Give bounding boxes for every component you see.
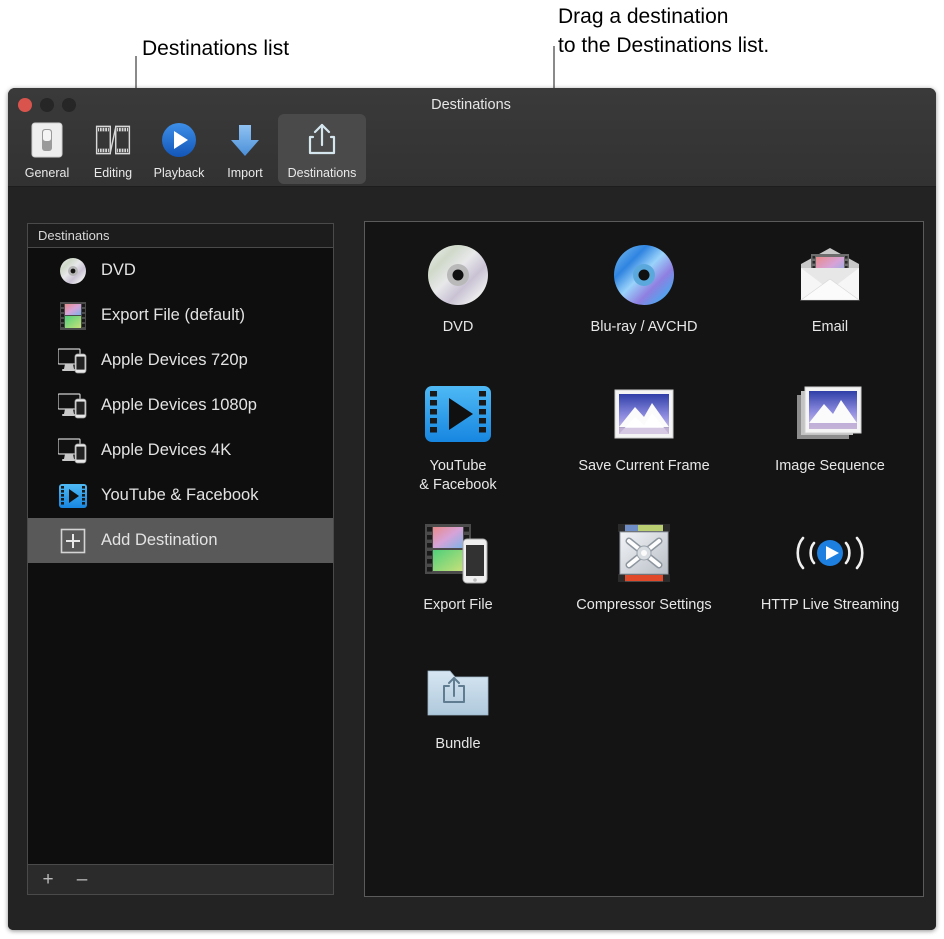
window-title-text: Destinations xyxy=(431,97,511,113)
plus-square-icon xyxy=(58,526,88,556)
toolbar-label-editing: Editing xyxy=(94,166,132,180)
toolbar-label-playback: Playback xyxy=(154,166,205,180)
annotation-drag-destination: Drag a destination to the Destinations l… xyxy=(558,2,769,60)
destinations-list-header-label: Destinations xyxy=(38,228,110,243)
annotation-destinations-list: Destinations list xyxy=(142,34,289,63)
destination-label: Save Current Frame xyxy=(578,457,709,476)
destinations-list-header: Destinations xyxy=(27,223,334,248)
window-content: Destinations DVD xyxy=(8,187,936,930)
destination-email[interactable]: Email xyxy=(737,236,923,375)
list-item-export-file-default[interactable]: Export File (default) xyxy=(28,293,333,338)
preferences-toolbar: General xyxy=(14,114,366,184)
destinations-list-body: DVD xyxy=(27,248,334,865)
list-item-label: Export File (default) xyxy=(101,306,245,325)
destinations-list: Destinations DVD xyxy=(27,223,334,895)
toolbar-item-general[interactable]: General xyxy=(14,114,80,184)
toolbar-item-editing[interactable]: Editing xyxy=(80,114,146,184)
destination-export-file[interactable]: Export File xyxy=(365,514,551,653)
youtube-facebook-icon xyxy=(425,375,491,453)
toolbar-label-general: General xyxy=(25,166,69,180)
list-item-apple-devices-4k[interactable]: Apple Devices 4K xyxy=(28,428,333,473)
destination-bluray-avchd[interactable]: Blu-ray / AVCHD xyxy=(551,236,737,375)
photo-stack-icon xyxy=(795,375,865,453)
toolbar-label-import: Import xyxy=(227,166,262,180)
export-file-icon xyxy=(423,514,493,592)
list-item-add-destination[interactable]: Add Destination xyxy=(28,518,333,563)
devices-icon xyxy=(58,391,88,421)
list-item-label: DVD xyxy=(101,261,136,280)
destination-label: YouTube & Facebook xyxy=(419,457,496,495)
destination-label: HTTP Live Streaming xyxy=(761,596,899,615)
destination-label: Export File xyxy=(423,596,492,615)
youtube-facebook-icon xyxy=(58,481,88,511)
window-title: Destinations xyxy=(8,97,936,113)
destination-dvd[interactable]: DVD xyxy=(365,236,551,375)
play-circle-icon xyxy=(159,118,199,162)
list-item-apple-devices-720p[interactable]: Apple Devices 720p xyxy=(28,338,333,383)
bluray-disc-icon xyxy=(612,236,676,314)
destination-label: Compressor Settings xyxy=(576,596,711,615)
destination-label: Email xyxy=(812,318,848,337)
screenshot-root: Destinations list Drag a destination to … xyxy=(0,0,944,939)
compressor-icon xyxy=(612,514,676,592)
destination-chooser-panel: DVD Blu-ray / AVCHD xyxy=(364,221,924,897)
email-envelope-icon xyxy=(797,236,863,314)
dvd-disc-icon xyxy=(426,236,490,314)
toolbar-item-destinations[interactable]: Destinations xyxy=(278,114,366,184)
destination-bundle[interactable]: Bundle xyxy=(365,653,551,792)
toolbar-label-destinations: Destinations xyxy=(288,166,357,180)
list-item-dvd[interactable]: DVD xyxy=(28,248,333,293)
destination-grid: DVD Blu-ray / AVCHD xyxy=(365,222,923,792)
remove-destination-button[interactable]: – xyxy=(70,869,94,891)
list-item-label: Apple Devices 720p xyxy=(101,351,248,370)
list-item-label: YouTube & Facebook xyxy=(101,486,258,505)
list-item-youtube-facebook[interactable]: YouTube & Facebook xyxy=(28,473,333,518)
list-item-label: Add Destination xyxy=(101,531,218,550)
add-destination-button[interactable]: + xyxy=(36,869,60,891)
filmstrip-color-icon xyxy=(58,301,88,331)
toolbar-item-import[interactable]: Import xyxy=(212,114,278,184)
devices-icon xyxy=(58,436,88,466)
live-streaming-icon xyxy=(787,514,873,592)
filmstrip-edit-icon xyxy=(93,118,133,162)
destination-label: DVD xyxy=(443,318,474,337)
list-item-label: Apple Devices 1080p xyxy=(101,396,257,415)
list-item-label: Apple Devices 4K xyxy=(101,441,231,460)
general-switch-icon xyxy=(27,118,67,162)
share-export-icon xyxy=(302,118,342,162)
destination-youtube-facebook[interactable]: YouTube & Facebook xyxy=(365,375,551,514)
window-titlebar: Destinations General xyxy=(8,88,936,187)
destinations-list-footer: + – xyxy=(27,865,334,895)
toolbar-item-playback[interactable]: Playback xyxy=(146,114,212,184)
destination-label: Bundle xyxy=(435,735,480,754)
destination-image-sequence[interactable]: Image Sequence xyxy=(737,375,923,514)
devices-icon xyxy=(58,346,88,376)
destination-compressor-settings[interactable]: Compressor Settings xyxy=(551,514,737,653)
destination-label: Blu-ray / AVCHD xyxy=(591,318,698,337)
preferences-window: Destinations General xyxy=(8,88,936,930)
photo-frame-icon xyxy=(611,375,677,453)
destination-save-current-frame[interactable]: Save Current Frame xyxy=(551,375,737,514)
destination-label: Image Sequence xyxy=(775,457,885,476)
destination-http-live-streaming[interactable]: HTTP Live Streaming xyxy=(737,514,923,653)
list-item-apple-devices-1080p[interactable]: Apple Devices 1080p xyxy=(28,383,333,428)
download-arrow-icon xyxy=(225,118,265,162)
dvd-disc-icon xyxy=(58,256,88,286)
bundle-folder-icon xyxy=(425,653,491,731)
